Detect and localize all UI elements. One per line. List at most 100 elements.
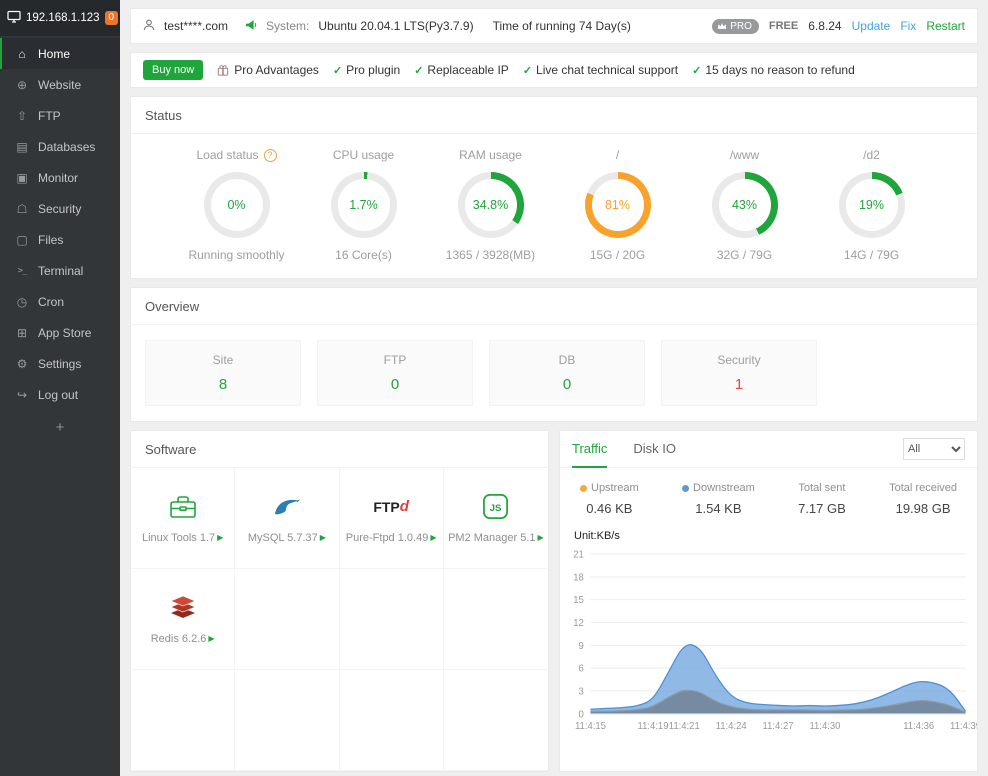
overview-box-db[interactable]: DB 0 — [489, 340, 645, 406]
pro-advantages[interactable]: Pro Advantages — [217, 63, 319, 77]
logout-icon: ↪ — [15, 388, 29, 402]
sidebar-item-monitor[interactable]: ▣ Monitor — [0, 162, 120, 193]
upstream-dot-icon — [580, 485, 587, 492]
gauge-donut: 34.8% — [458, 172, 524, 238]
message-count-badge[interactable]: 0 — [105, 11, 119, 25]
sidebar-item-terminal[interactable]: >_ Terminal — [0, 255, 120, 286]
software-item-pure-ftpd[interactable]: FTPd Pure-Ftpd 1.0.49 ▶ — [340, 468, 444, 569]
add-menu-button[interactable]: + — [0, 410, 120, 445]
svg-text:3: 3 — [579, 686, 585, 697]
gauge-sub: 15G / 20G — [590, 248, 645, 262]
play-icon: ▶ — [208, 634, 214, 643]
sidebar-item-website[interactable]: ⊕ Website — [0, 69, 120, 100]
sidebar-item-cron[interactable]: ◷ Cron — [0, 286, 120, 317]
gauge-label-row: CPU usage — [333, 148, 394, 162]
legend-value: 19.98 GB — [896, 501, 951, 516]
sidebar-item-settings[interactable]: ⚙ Settings — [0, 348, 120, 379]
downstream-dot-icon — [682, 485, 689, 492]
traffic-filter-select[interactable]: All — [903, 438, 965, 460]
tab-disk-io[interactable]: Disk IO — [633, 431, 676, 468]
check-icon: ✓ — [333, 64, 342, 77]
traffic-header: Traffic Disk IO All — [560, 431, 977, 468]
update-link[interactable]: Update — [852, 19, 891, 33]
legend-total-sent: Total sent 7.17 GB — [798, 482, 846, 516]
panel-version: 6.8.24 — [808, 19, 841, 33]
user-icon — [143, 19, 155, 34]
gauge-percent: 1.7% — [331, 172, 397, 238]
grid-icon: ⊞ — [15, 326, 29, 340]
sidebar-item-app-store[interactable]: ⊞ App Store — [0, 317, 120, 348]
status-gauges: Load status ? 0% Running smoothly CPU us… — [131, 134, 977, 278]
account-name[interactable]: test****.com — [164, 19, 228, 33]
sidebar-nav: ⌂ Home ⊕ Website ⇧ FTP ▤ Databases ▣ Mon… — [0, 38, 120, 410]
software-item-mysql[interactable]: MySQL 5.7.37 ▶ — [235, 468, 339, 569]
gauge-percent: 81% — [585, 172, 651, 238]
overview-box-security[interactable]: Security 1 — [661, 340, 817, 406]
legend-value: 7.17 GB — [798, 501, 846, 516]
gauge-percent: 19% — [839, 172, 905, 238]
sidebar-item-security[interactable]: ☖ Security — [0, 193, 120, 224]
play-icon: ▶ — [430, 533, 436, 542]
sidebar-item-files[interactable]: ▢ Files — [0, 224, 120, 255]
system-label: System: — [266, 19, 309, 33]
gauge-percent: 43% — [712, 172, 778, 238]
sidebar-item-log-out[interactable]: ↪ Log out — [0, 379, 120, 410]
software-item-redis[interactable]: Redis 6.2.6 ▶ — [131, 569, 235, 670]
check-icon: ✓ — [692, 64, 701, 77]
main-content: test****.com System: Ubuntu 20.04.1 LTS(… — [120, 0, 988, 776]
software-item-pm2[interactable]: JS PM2 Manager 5.1 ▶ — [444, 468, 548, 569]
play-icon: ▶ — [538, 533, 544, 542]
gauge-cpu-usage: CPU usage 1.7% 16 Core(s) — [300, 148, 427, 262]
legend-value: 0.46 KB — [586, 501, 632, 516]
overview-boxes: Site 8 FTP 0 DB 0 Security 1 — [131, 325, 977, 421]
home-icon: ⌂ — [15, 47, 29, 61]
gauge-sub: Running smoothly — [188, 248, 284, 262]
bottom-row: Software Linux Tools 1.7 ▶ — [130, 430, 978, 772]
overview-card: Overview Site 8 FTP 0 DB 0 Security 1 — [130, 287, 978, 422]
feature-label: Replaceable IP — [427, 63, 508, 77]
restart-link[interactable]: Restart — [926, 19, 965, 33]
fix-link[interactable]: Fix — [900, 19, 916, 33]
tab-traffic[interactable]: Traffic — [572, 431, 607, 468]
pro-badge[interactable]: PRO — [712, 19, 759, 34]
sidebar-item-label: Settings — [38, 357, 81, 371]
software-item-label: PM2 Manager 5.1 — [448, 532, 535, 544]
crown-icon — [717, 22, 727, 30]
svg-text:11:4:19: 11:4:19 — [638, 721, 669, 732]
software-grid: Linux Tools 1.7 ▶ MySQL 5.7.37 ▶ — [131, 468, 548, 771]
overview-box-value: 1 — [735, 376, 743, 393]
gauge-sub: 32G / 79G — [717, 248, 772, 262]
software-cell-empty — [235, 569, 339, 670]
ftp-logo-icon: FTPd — [373, 493, 409, 521]
sidebar-item-ftp[interactable]: ⇧ FTP — [0, 100, 120, 131]
software-item-name: Redis 6.2.6 ▶ — [151, 633, 215, 645]
mysql-dolphin-icon — [272, 493, 302, 521]
svg-text:11:4:30: 11:4:30 — [809, 721, 841, 732]
overview-box-label: DB — [559, 353, 576, 367]
gauge-disk-www: /www 43% 32G / 79G — [681, 148, 808, 262]
feature-label: 15 days no reason to refund — [705, 63, 854, 77]
globe-icon: ⊕ — [15, 78, 29, 92]
gauge-label: / — [616, 148, 619, 162]
overview-box-ftp[interactable]: FTP 0 — [317, 340, 473, 406]
software-item-name: MySQL 5.7.37 ▶ — [248, 532, 326, 544]
server-selector[interactable]: 192.168.1.123 0 — [0, 0, 120, 36]
check-icon: ✓ — [523, 64, 532, 77]
sidebar-item-databases[interactable]: ▤ Databases — [0, 131, 120, 162]
server-ip: 192.168.1.123 — [26, 12, 100, 24]
legend-label: Downstream — [693, 482, 755, 494]
traffic-card: Traffic Disk IO All Upstream 0.46 KB — [559, 430, 978, 772]
help-icon[interactable]: ? — [264, 149, 277, 162]
software-item-name: Linux Tools 1.7 ▶ — [142, 532, 223, 544]
svg-text:11:4:36: 11:4:36 — [903, 721, 935, 732]
svg-text:9: 9 — [579, 641, 584, 652]
overview-box-label: Site — [213, 353, 234, 367]
buy-now-button[interactable]: Buy now — [143, 60, 203, 80]
svg-text:11:4:39: 11:4:39 — [950, 721, 977, 732]
software-item-linux-tools[interactable]: Linux Tools 1.7 ▶ — [131, 468, 235, 569]
sidebar-item-home[interactable]: ⌂ Home — [0, 38, 120, 69]
overview-box-site[interactable]: Site 8 — [145, 340, 301, 406]
sidebar-item-label: Monitor — [38, 171, 78, 185]
software-item-label: Linux Tools 1.7 — [142, 532, 215, 544]
sidebar-item-label: FTP — [38, 109, 61, 123]
